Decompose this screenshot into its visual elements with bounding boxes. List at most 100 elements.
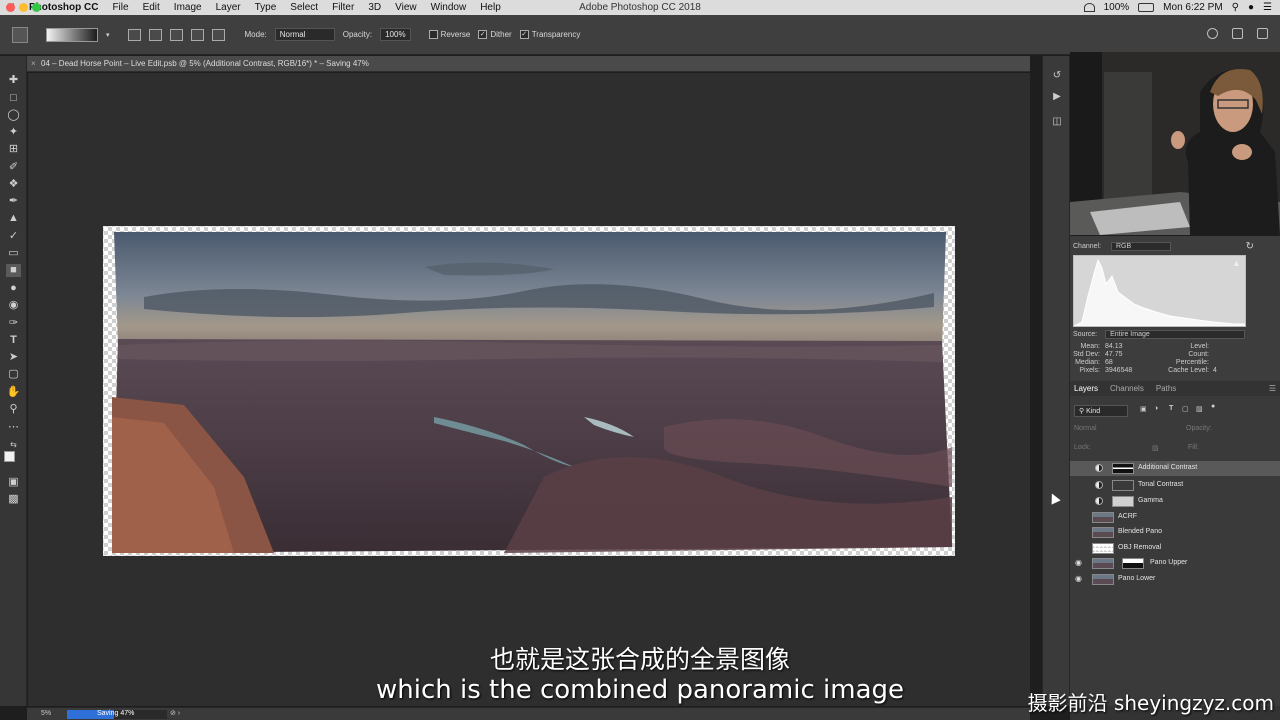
battery-icon[interactable] [1138,3,1155,12]
transparency-checkbox[interactable]: ✓ Transparency [519,30,580,39]
eyedropper-icon[interactable]: ✐ [6,161,21,174]
layer-row-pano-lower[interactable]: ◉ Pano Lower [1070,572,1280,587]
type-icon[interactable]: T [6,334,21,347]
minimize-window-button[interactable] [19,3,28,12]
visibility-eye-icon[interactable]: ◉ [1075,574,1085,583]
wifi-icon[interactable] [1083,3,1095,12]
magic-wand-icon[interactable]: ✦ [6,126,21,139]
layer-filter-kind-select[interactable]: ⚲ Kind [1074,405,1128,417]
tab-layers[interactable]: Layers [1074,384,1098,393]
visibility-eye-icon[interactable]: ◉ [1075,558,1085,567]
filter-pixel-icon[interactable]: ▣ [1140,405,1147,413]
adjustments-panel-icon[interactable]: ◫ [1051,116,1063,128]
rectangle-icon[interactable]: ▢ [6,368,21,381]
battery-percent[interactable]: 100% [1104,2,1130,13]
panel-menu-icon[interactable]: ☰ [1269,384,1276,393]
marquee-icon[interactable]: □ [6,92,21,105]
actions-panel-icon[interactable]: ▶ [1051,91,1063,103]
zoom-icon[interactable]: ⚲ [6,403,21,416]
eraser-icon[interactable]: ▭ [6,247,21,260]
menu-3d[interactable]: 3D [361,2,388,13]
clone-stamp-icon[interactable]: ▲ [6,212,21,225]
layer-row-acrf[interactable]: ACRF [1070,510,1280,525]
canvas-area[interactable] [28,73,1030,706]
reflected-gradient-button[interactable] [190,28,204,41]
filter-smart-object-icon[interactable]: ▨ [1196,405,1203,413]
linear-gradient-button[interactable] [127,28,141,41]
quick-mask-icon[interactable]: ▣ [6,476,21,489]
menu-image[interactable]: Image [167,2,209,13]
lasso-icon[interactable]: ◯ [6,109,21,122]
transparency-checkbox-box[interactable]: ✓ [519,30,529,39]
layer-row-obj-removal[interactable]: OBJ Removal [1070,541,1280,556]
crop-icon[interactable]: ⊞ [6,143,21,156]
menu-help[interactable]: Help [473,2,508,13]
filter-type-icon[interactable]: T [1169,405,1173,412]
blur-icon[interactable]: ● [6,282,21,295]
panorama-image[interactable] [103,226,955,556]
healing-brush-icon[interactable]: ❖ [6,178,21,191]
layer-row-blended-pano[interactable]: Blended Pano [1070,525,1280,540]
channel-select[interactable]: RGB [1110,242,1171,251]
chevron-down-icon[interactable]: ▾ [106,31,110,39]
hand-icon[interactable]: ✋ [6,386,21,399]
filter-toggle-icon[interactable]: ● [1211,403,1215,410]
angle-gradient-button[interactable] [169,28,183,41]
menu-filter[interactable]: Filter [325,2,361,13]
more-tools-icon[interactable]: ⋯ [6,421,21,434]
menu-view[interactable]: View [388,2,424,13]
gradient-icon[interactable]: ■ [6,264,21,277]
layer-row-additional-contrast[interactable]: Additional Contrast [1070,461,1280,476]
close-document-icon[interactable]: × [31,59,36,68]
clock[interactable]: Mon 6:22 PM [1163,2,1222,13]
history-brush-icon[interactable]: ✓ [6,230,21,243]
document-tab[interactable]: × 04 – Dead Horse Point – Live Edit.psb … [27,56,1030,72]
history-panel-icon[interactable]: ↺ [1051,70,1063,82]
move-icon[interactable]: ✚ [6,74,21,87]
dodge-icon[interactable]: ◉ [6,299,21,312]
tab-channels[interactable]: Channels [1110,384,1144,393]
layer-row-pano-upper[interactable]: ◉ Pano Upper [1070,556,1280,571]
menu-edit[interactable]: Edit [136,2,167,13]
opacity-input[interactable]: 100% [380,28,411,41]
gradient-preview[interactable] [46,27,98,42]
reverse-checkbox-box[interactable] [428,30,438,39]
search-icon[interactable]: ⚲ [1232,2,1239,13]
mode-select[interactable]: Normal [274,28,335,41]
screen-mode-icon[interactable]: ▩ [6,493,21,506]
diamond-gradient-button[interactable] [211,28,225,41]
tool-preset-picker[interactable] [12,26,28,43]
layer-row-gamma[interactable]: Gamma [1070,494,1280,509]
dither-checkbox[interactable]: ✓ Dither [478,30,512,39]
brush-icon[interactable]: ✒ [6,195,21,208]
zoom-level[interactable]: 5% [41,710,51,717]
fullscreen-window-button[interactable] [32,3,41,12]
dither-checkbox-box[interactable]: ✓ [478,30,488,39]
foreground-color-swatch[interactable] [4,451,15,462]
pen-icon[interactable]: ✑ [6,317,21,330]
workspace-icon[interactable] [1232,28,1243,39]
reverse-checkbox[interactable]: Reverse [428,30,470,39]
filter-shape-icon[interactable]: ▢ [1182,405,1189,413]
refresh-histogram-icon[interactable]: ↻ [1246,241,1254,252]
layer-row-tonal-contrast[interactable]: Tonal Contrast [1070,478,1280,493]
path-selection-icon[interactable]: ➤ [6,351,21,364]
blend-mode-select[interactable]: Normal [1074,425,1097,432]
menu-type[interactable]: Type [248,2,284,13]
lock-icon[interactable]: ▨ [1152,444,1159,452]
share-icon[interactable] [1257,28,1268,39]
menu-select[interactable]: Select [283,2,325,13]
cancel-save-icon[interactable]: ⊘ › [170,709,180,717]
radial-gradient-button[interactable] [148,28,162,41]
source-select[interactable]: Entire Image [1105,330,1246,339]
menu-window[interactable]: Window [424,2,474,13]
search-icon[interactable] [1207,28,1218,39]
user-icon[interactable]: ● [1248,2,1254,13]
filter-adjustment-icon[interactable]: ◑ [1154,405,1158,412]
menu-layer[interactable]: Layer [209,2,248,13]
menu-list-icon[interactable]: ☰ [1263,2,1272,13]
menu-file[interactable]: File [105,2,135,13]
swap-colors-icon[interactable]: ⇆ [6,438,21,451]
tab-paths[interactable]: Paths [1156,384,1176,393]
close-window-button[interactable] [6,3,15,12]
